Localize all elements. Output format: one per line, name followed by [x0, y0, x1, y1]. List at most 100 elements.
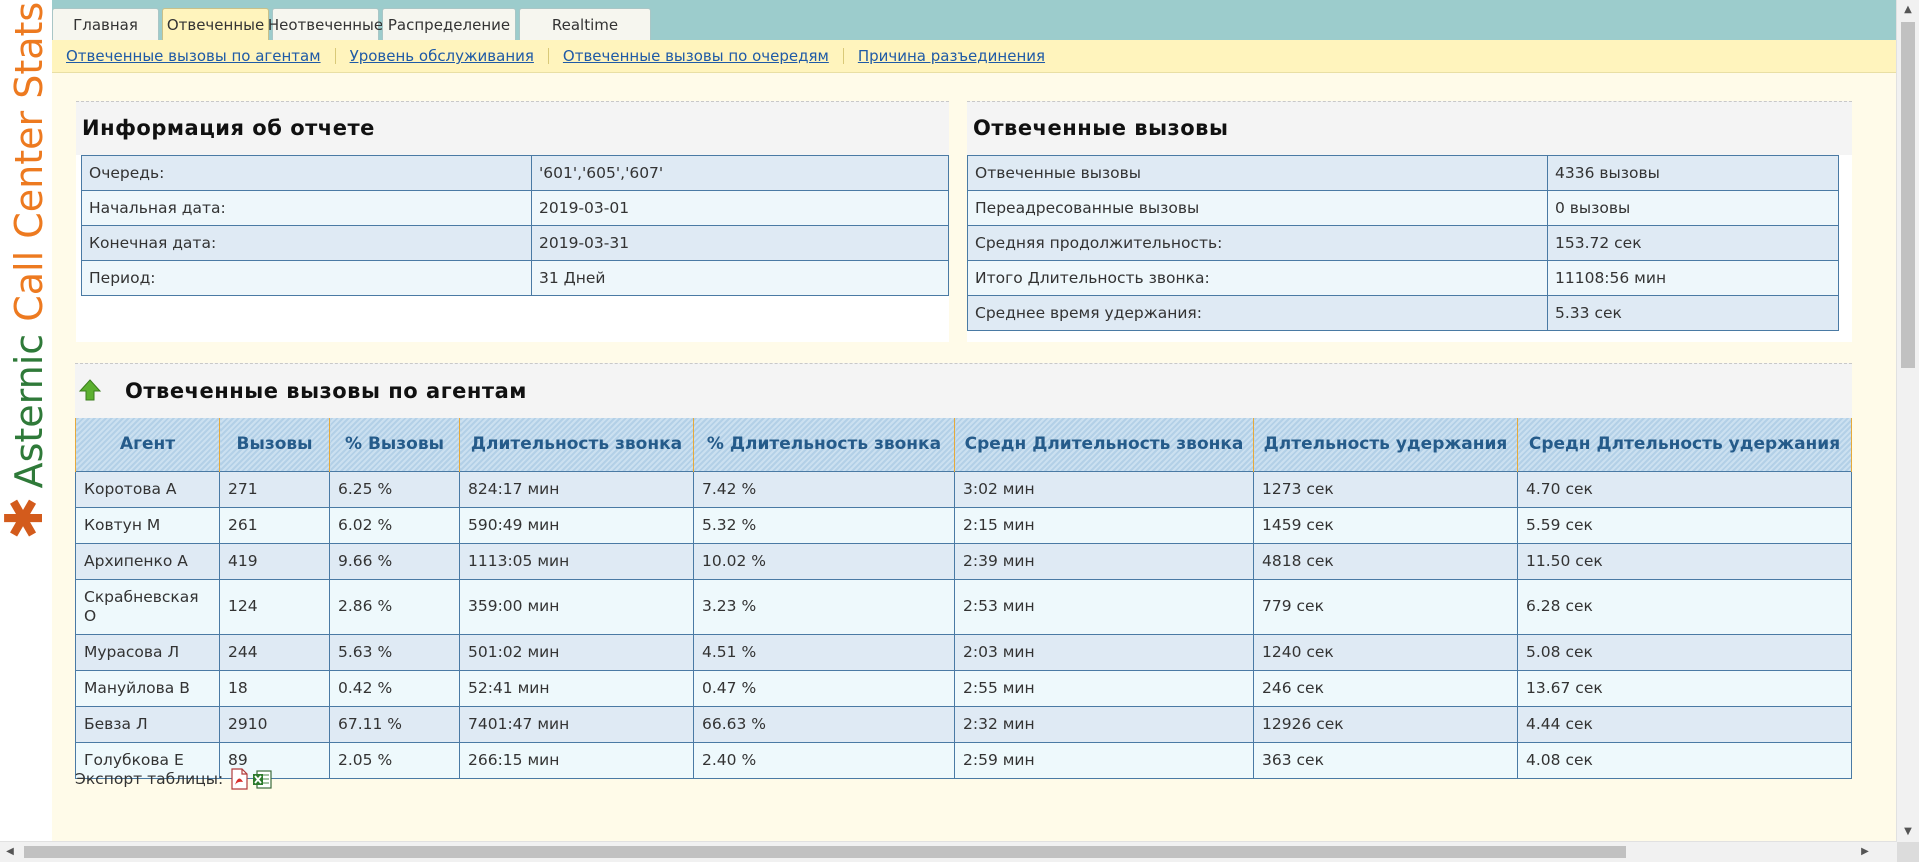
top-header: Главная Отвеченные Неотвеченные Распреде…: [52, 0, 1897, 41]
export-row: Экспорт таблицы:: [75, 768, 272, 790]
scroll-up-arrow-icon[interactable]: ▲: [1897, 0, 1919, 20]
column-header-agent[interactable]: Агент: [75, 418, 220, 471]
table-row: Коротова А 271 6.25 % 824:17 мин 7.42 % …: [75, 470, 1852, 508]
cell-duration-percent: 4.51 %: [693, 633, 955, 671]
subnav-answered-by-agents[interactable]: Отвеченные вызовы по агентам: [52, 48, 336, 64]
cell-calls-percent: 0.42 %: [329, 669, 460, 707]
table-row: Скрабневская О 124 2.86 % 359:00 мин 3.2…: [75, 578, 1852, 635]
table-row: Голубкова Е 89 2.05 % 266:15 мин 2.40 % …: [75, 741, 1852, 779]
table-row: Бевза Л 2910 67.11 % 7401:47 мин 66.63 %…: [75, 705, 1852, 743]
answered-calls-value: 11108:56 мин: [1547, 260, 1839, 296]
scroll-left-arrow-icon[interactable]: ◀: [0, 842, 20, 862]
cell-duration-percent: 66.63 %: [693, 705, 955, 743]
tab-home[interactable]: Главная: [52, 8, 159, 40]
column-header-duration-percent[interactable]: % Длительность звонка: [693, 418, 955, 471]
column-header-hold-duration[interactable]: Длтельность удержания: [1253, 418, 1518, 471]
table-row: Ковтун М 261 6.02 % 590:49 мин 5.32 % 2:…: [75, 506, 1852, 544]
cell-avg-hold: 13.67 сек: [1517, 669, 1852, 707]
answered-calls-label: Переадресованные вызовы: [967, 190, 1548, 226]
cell-calls: 18: [219, 669, 330, 707]
cell-duration: 52:41 мин: [459, 669, 694, 707]
pdf-export-icon[interactable]: [229, 768, 249, 790]
report-info-row: Конечная дата: 2019-03-31: [81, 225, 949, 261]
answered-calls-value: 5.33 сек: [1547, 295, 1839, 331]
brand-logo: ✱ Asternic Call Center Stats: [0, 0, 52, 842]
cell-duration: 7401:47 мин: [459, 705, 694, 743]
tab-distribution[interactable]: Распределение: [382, 8, 516, 40]
answered-calls-row: Средняя продолжительность: 153.72 сек: [967, 225, 1839, 261]
cell-duration: 359:00 мин: [459, 578, 694, 635]
agent-name: Коротова А: [75, 470, 220, 508]
cell-avg-duration: 2:59 мин: [954, 741, 1254, 779]
scroll-right-arrow-icon[interactable]: ▶: [1855, 842, 1875, 862]
cell-calls-percent: 2.86 %: [329, 578, 460, 635]
cell-avg-duration: 3:02 мин: [954, 470, 1254, 508]
subnav-service-level[interactable]: Уровень обслуживания: [336, 48, 549, 64]
report-info-row: Очередь: '601','605','607': [81, 155, 949, 191]
horizontal-scrollbar[interactable]: ◀ ▶: [0, 841, 1897, 862]
agent-name: Бевза Л: [75, 705, 220, 743]
main-content: Информация об отчете Очередь: '601','605…: [52, 73, 1897, 843]
agents-header-row: Агент Вызовы % Вызовы Длительность звонк…: [75, 418, 1852, 471]
report-info-panel: Информация об отчете Очередь: '601','605…: [76, 101, 949, 342]
answered-calls-label: Отвеченные вызовы: [967, 155, 1548, 191]
report-info-value: 31 Дней: [531, 260, 949, 296]
cell-duration-percent: 5.32 %: [693, 506, 955, 544]
cell-duration: 1113:05 мин: [459, 542, 694, 580]
report-info-table: Очередь: '601','605','607' Начальная дат…: [81, 155, 949, 296]
table-row: Архипенко А 419 9.66 % 1113:05 мин 10.02…: [75, 542, 1852, 580]
answered-calls-row: Отвеченные вызовы 4336 вызовы: [967, 155, 1839, 191]
vertical-scroll-thumb[interactable]: [1901, 22, 1915, 368]
answered-calls-title: Отвеченные вызовы: [967, 101, 1852, 155]
table-row: Мурасова Л 244 5.63 % 501:02 мин 4.51 % …: [75, 633, 1852, 671]
column-header-calls[interactable]: Вызовы: [219, 418, 330, 471]
column-header-duration[interactable]: Длительность звонка: [459, 418, 694, 471]
cell-calls-percent: 6.25 %: [329, 470, 460, 508]
horizontal-scroll-thumb[interactable]: [24, 846, 1626, 858]
report-info-label: Очередь:: [81, 155, 532, 191]
excel-export-icon[interactable]: [252, 768, 272, 790]
cell-duration-percent: 2.40 %: [693, 741, 955, 779]
arrow-up-icon[interactable]: [78, 378, 102, 402]
cell-hold-duration: 4818 сек: [1253, 542, 1518, 580]
report-info-value: 2019-03-31: [531, 225, 949, 261]
cell-hold-duration: 1240 сек: [1253, 633, 1518, 671]
subnav-disconnect-cause[interactable]: Причина разъединения: [844, 48, 1059, 64]
main-tabs: Главная Отвеченные Неотвеченные Распреде…: [52, 8, 654, 41]
subnav-answered-by-queues[interactable]: Отвеченные вызовы по очередям: [549, 48, 844, 64]
vertical-scrollbar[interactable]: ▲ ▼: [1896, 0, 1919, 842]
cell-avg-hold: 4.70 сек: [1517, 470, 1852, 508]
cell-calls: 2910: [219, 705, 330, 743]
cell-avg-hold: 11.50 сек: [1517, 542, 1852, 580]
cell-duration-percent: 7.42 %: [693, 470, 955, 508]
agent-name: Мурасова Л: [75, 633, 220, 671]
agent-name: Скрабневская О: [75, 578, 220, 635]
tab-answered[interactable]: Отвеченные: [162, 8, 269, 41]
column-header-avg-hold[interactable]: Средн Длтельность удержания: [1517, 418, 1852, 471]
scroll-down-arrow-icon[interactable]: ▼: [1897, 822, 1919, 842]
report-info-value: '601','605','607': [531, 155, 949, 191]
answered-calls-row: Переадресованные вызовы 0 вызовы: [967, 190, 1839, 226]
tab-unanswered[interactable]: Неотвеченные: [268, 8, 383, 40]
cell-hold-duration: 363 сек: [1253, 741, 1518, 779]
report-info-value: 2019-03-01: [531, 190, 949, 226]
column-header-avg-duration[interactable]: Средн Длительность звонка: [954, 418, 1254, 471]
cell-calls-percent: 5.63 %: [329, 633, 460, 671]
brand-word-callcenterstats: Call Center Stats: [7, 1, 51, 322]
tab-realtime[interactable]: Realtime: [519, 8, 651, 40]
column-header-calls-percent[interactable]: % Вызовы: [329, 418, 460, 471]
agents-table: Агент Вызовы % Вызовы Длительность звонк…: [75, 418, 1852, 779]
answered-calls-panel: Отвеченные вызовы Отвеченные вызовы 4336…: [967, 101, 1852, 342]
table-row: Мануйлова В 18 0.42 % 52:41 мин 0.47 % 2…: [75, 669, 1852, 707]
brand-word-asternic: Asternic: [7, 333, 51, 489]
export-label: Экспорт таблицы:: [75, 770, 224, 788]
answered-calls-value: 4336 вызовы: [1547, 155, 1839, 191]
cell-duration-percent: 10.02 %: [693, 542, 955, 580]
report-info-row: Период: 31 Дней: [81, 260, 949, 296]
cell-calls-percent: 2.05 %: [329, 741, 460, 779]
cell-hold-duration: 246 сек: [1253, 669, 1518, 707]
report-info-label: Начальная дата:: [81, 190, 532, 226]
cell-avg-duration: 2:15 мин: [954, 506, 1254, 544]
cell-calls: 124: [219, 578, 330, 635]
cell-duration: 824:17 мин: [459, 470, 694, 508]
